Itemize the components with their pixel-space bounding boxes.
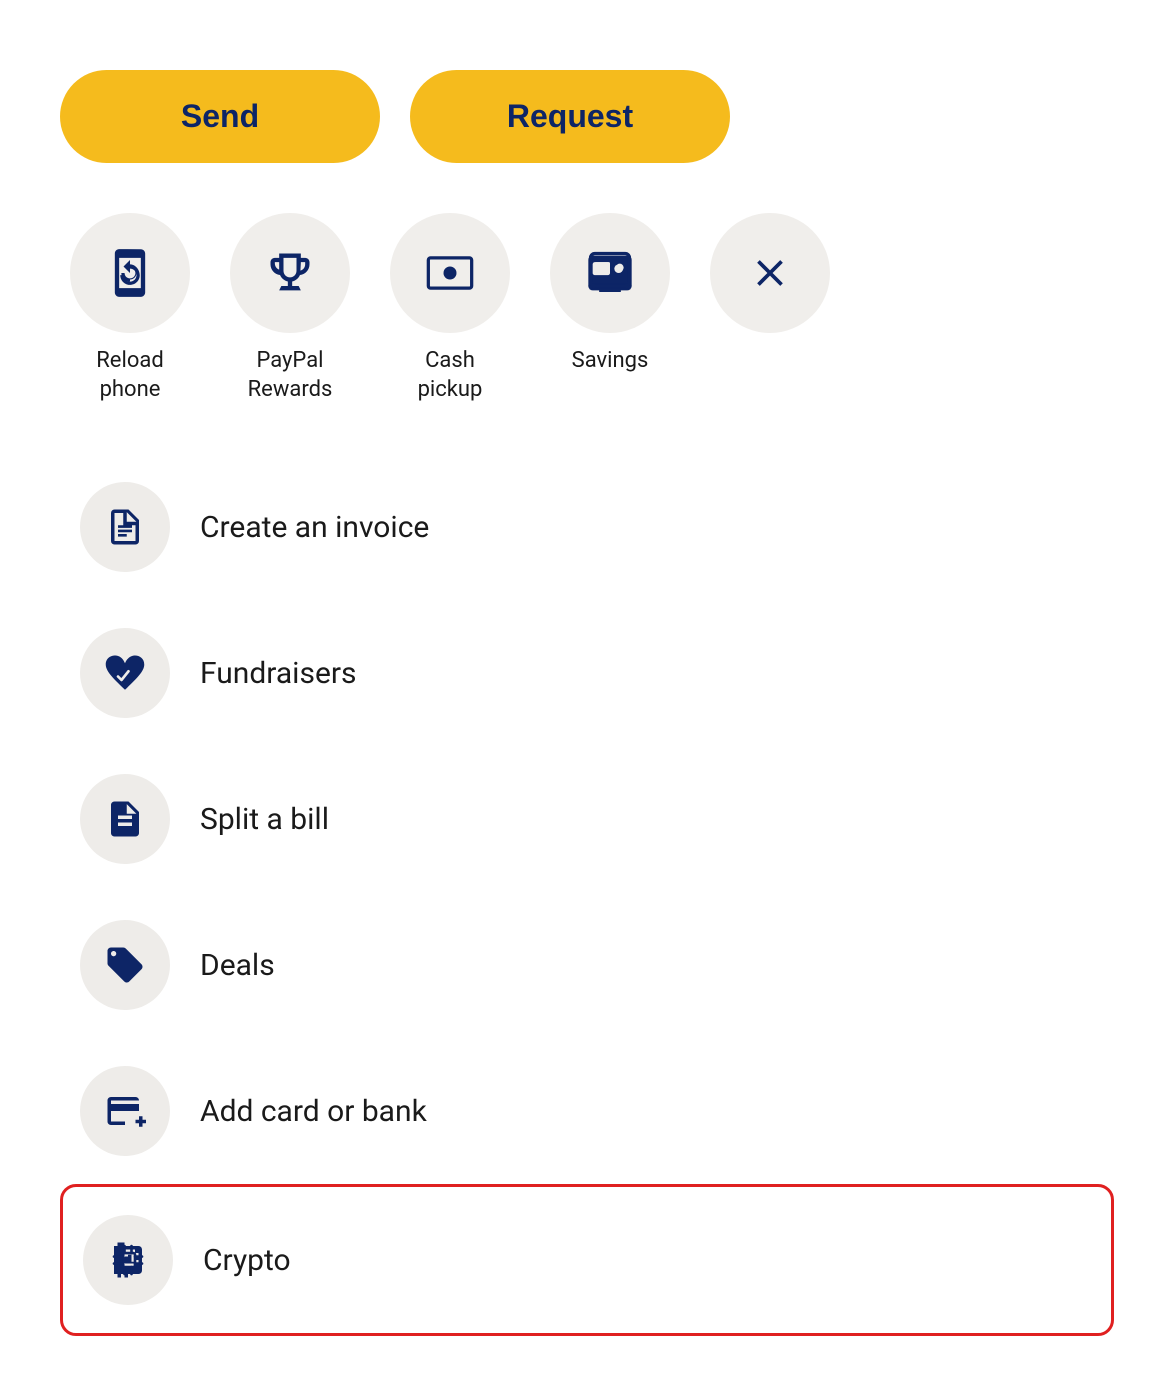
list-item-add-card-bank-label: Add card or bank	[200, 1094, 427, 1129]
list-items-container: Create an invoice Fundraisers Split a bi…	[60, 454, 1114, 1336]
quick-action-savings-label: Savings	[572, 347, 649, 376]
trophy-icon	[264, 247, 316, 299]
list-item-deals[interactable]: Deals	[60, 892, 1114, 1038]
invoice-icon	[104, 506, 146, 548]
list-item-crypto[interactable]: Crypto	[60, 1184, 1114, 1336]
top-buttons-container: Send Request	[60, 70, 1114, 163]
list-item-split-bill-label: Split a bill	[200, 802, 329, 837]
list-item-deals-label: Deals	[200, 948, 275, 983]
split-bill-icon	[104, 798, 146, 840]
list-item-fundraisers-label: Fundraisers	[200, 656, 357, 691]
list-item-create-invoice[interactable]: Create an invoice	[60, 454, 1114, 600]
quick-actions-row: Reloadphone PayPalRewards Cashpickup	[60, 213, 1114, 404]
send-button[interactable]: Send	[60, 70, 380, 163]
list-item-split-bill[interactable]: Split a bill	[60, 746, 1114, 892]
quick-action-paypal-rewards-label: PayPalRewards	[248, 347, 333, 404]
savings-icon	[584, 247, 636, 299]
quick-action-reload-phone-label: Reloadphone	[96, 347, 164, 404]
quick-action-reload-phone[interactable]: Reloadphone	[60, 213, 200, 404]
phone-reload-icon	[104, 247, 156, 299]
quick-action-paypal-rewards[interactable]: PayPalRewards	[220, 213, 360, 404]
quick-action-cash-pickup[interactable]: Cashpickup	[380, 213, 520, 404]
deals-icon	[104, 944, 146, 986]
crypto-icon	[107, 1239, 149, 1281]
request-button[interactable]: Request	[410, 70, 730, 163]
close-icon	[748, 251, 792, 295]
list-item-crypto-label: Crypto	[203, 1243, 291, 1278]
quick-action-cash-pickup-label: Cashpickup	[418, 347, 483, 404]
quick-action-close[interactable]	[700, 213, 840, 347]
list-item-fundraisers[interactable]: Fundraisers	[60, 600, 1114, 746]
fundraisers-icon	[104, 652, 146, 694]
quick-action-savings[interactable]: Savings	[540, 213, 680, 376]
list-item-add-card-bank[interactable]: Add card or bank	[60, 1038, 1114, 1184]
cash-pickup-icon	[424, 247, 476, 299]
add-card-icon	[104, 1090, 146, 1132]
list-item-create-invoice-label: Create an invoice	[200, 510, 429, 545]
